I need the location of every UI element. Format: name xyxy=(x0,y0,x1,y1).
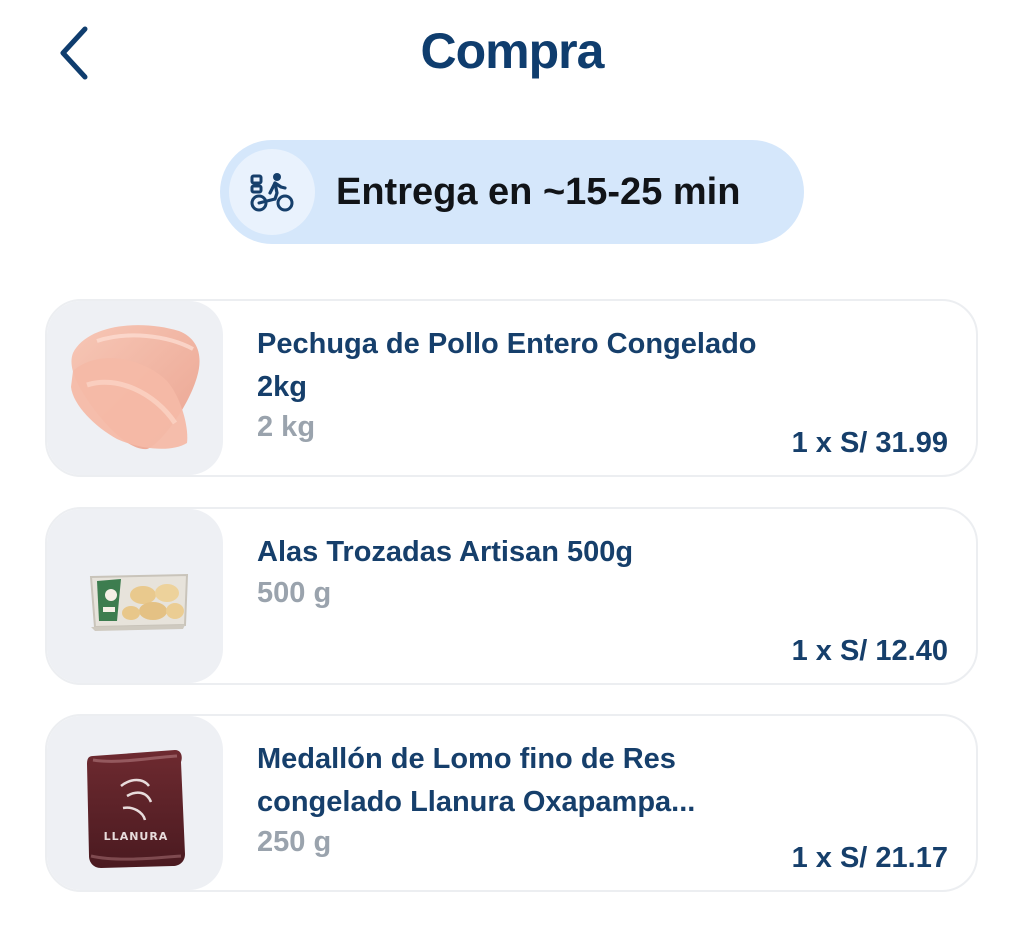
product-image-beef-tenderloin: LLANURA xyxy=(47,716,223,890)
product-name: Alas Trozadas Artisan 500g xyxy=(257,536,634,568)
product-size: 500 g xyxy=(257,577,332,609)
product-image-chicken-breast xyxy=(47,301,223,475)
product-card[interactable]: Alas Trozadas Artisan 500g 500 g 1 x S/ … xyxy=(45,507,978,685)
product-card[interactable]: LLANURA Medallón de Lomo fino de Res con… xyxy=(45,714,978,892)
product-size: 250 g xyxy=(257,826,332,858)
delivery-time-badge: Entrega en ~15-25 min xyxy=(220,140,804,244)
product-size: 2 kg xyxy=(257,411,316,443)
product-name: Medallón de Lomo fino de Res congelado L… xyxy=(257,743,696,818)
delivery-bike-icon xyxy=(250,173,294,212)
delivery-time-label: Entrega en ~15-25 min xyxy=(336,171,741,213)
product-price: 1 x S/ 12.40 xyxy=(791,635,948,667)
header: Compra xyxy=(0,0,1024,112)
product-price: 1 x S/ 21.17 xyxy=(791,842,948,874)
svg-text:LLANURA: LLANURA xyxy=(104,830,169,843)
product-card[interactable]: Pechuga de Pollo Entero Congelado 2kg 2 … xyxy=(45,299,978,477)
delivery-icon-circle xyxy=(229,149,315,235)
product-image-chicken-wings xyxy=(47,509,223,683)
product-price: 1 x S/ 31.99 xyxy=(791,427,948,459)
product-name: Pechuga de Pollo Entero Congelado 2kg xyxy=(257,328,757,403)
page-title: Compra xyxy=(420,23,605,79)
